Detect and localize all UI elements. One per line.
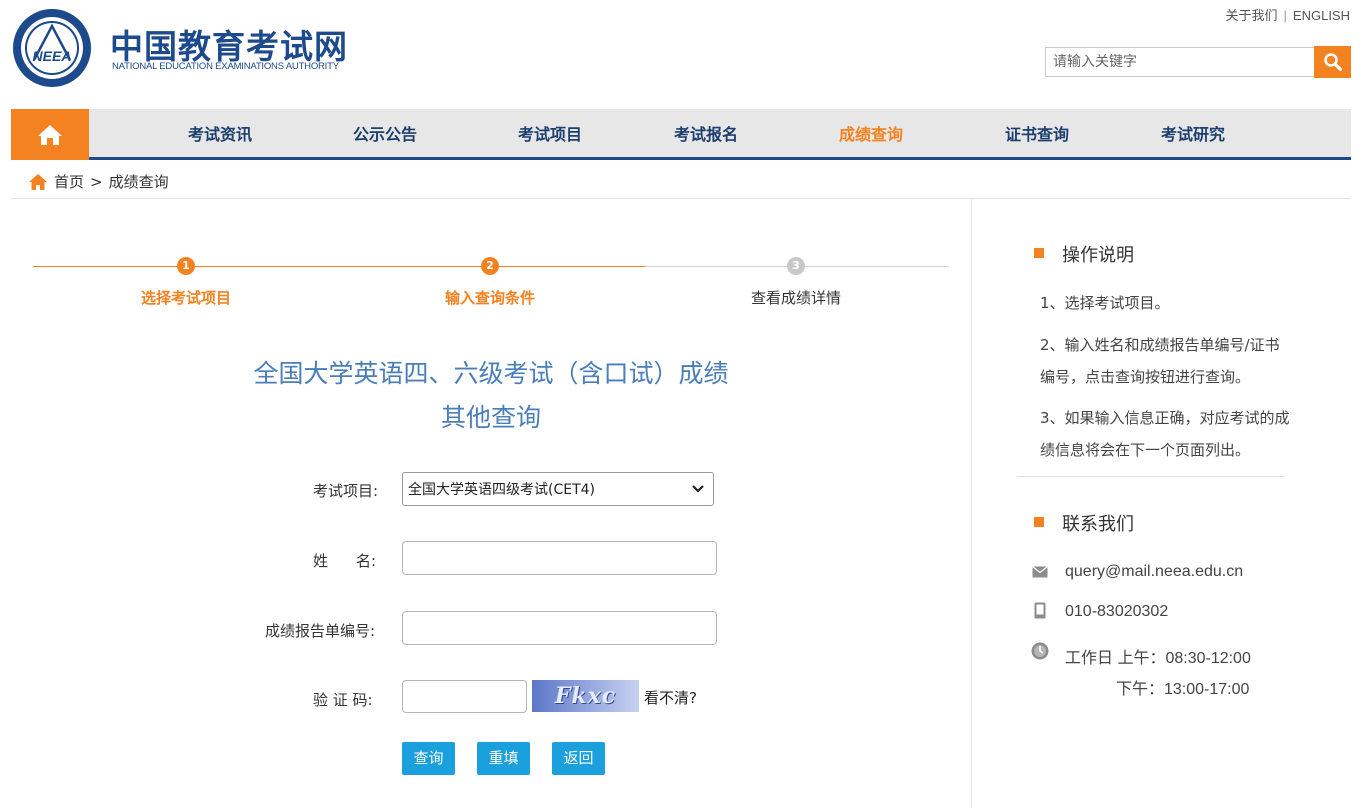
nav-item-exam-news[interactable]: 考试资讯: [188, 109, 252, 160]
nav-item-exam-research[interactable]: 考试研究: [1161, 109, 1225, 160]
exam-select[interactable]: 全国大学英语四级考试(CET4): [402, 472, 714, 506]
breadcrumb: 首页 > 成绩查询: [28, 171, 169, 192]
reset-button[interactable]: 重填: [477, 742, 530, 775]
breadcrumb-divider: [11, 198, 1351, 199]
nav-item-score-query[interactable]: 成绩查询: [839, 109, 903, 160]
page-title: 全国大学英语四、六级考试（含口试）成绩: [253, 359, 729, 388]
site-title-en: NATIONAL EDUCATION EXAMINATIONS AUTHORIT…: [112, 61, 339, 72]
step-2-label: 输入查询条件: [444, 289, 536, 307]
step-3-label: 查看成绩详情: [750, 289, 842, 307]
logo-mark-text: NEEA: [33, 48, 72, 64]
home-button[interactable]: [11, 109, 89, 160]
back-button[interactable]: 返回: [552, 742, 605, 775]
top-links-separator: |: [1283, 8, 1287, 23]
step-3-dot: 3: [787, 257, 805, 275]
instruction-step-2: 2、输入姓名和成绩报告单编号/证书编号，点击查询按钮进行查询。: [1040, 336, 1280, 386]
captcha-image[interactable]: Fkxc: [532, 680, 639, 712]
english-link[interactable]: ENGLISH: [1293, 8, 1350, 23]
contact-phone: 010-83020302: [1065, 603, 1169, 620]
step-1-dot: 1: [177, 257, 195, 275]
name-label: 姓 名:: [313, 550, 376, 571]
sidebar-divider: [1017, 476, 1285, 477]
search-icon: [1323, 53, 1342, 72]
nav-item-exam-programs[interactable]: 考试项目: [518, 109, 582, 160]
phone-icon: [1034, 602, 1046, 619]
clock-icon: [1031, 642, 1049, 660]
name-label-1: 姓: [313, 552, 329, 570]
contact-title: 联系我们: [1062, 514, 1134, 535]
instruction-step-3: 3、如果输入信息正确，对应考试的成绩信息将会在下一个页面列出。: [1040, 409, 1290, 459]
nav-item-certificate-query[interactable]: 证书查询: [1005, 109, 1069, 160]
breadcrumb-current: 成绩查询: [108, 173, 169, 191]
top-links: 关于我们 | ENGLISH: [1226, 5, 1350, 24]
exam-select-value: 全国大学英语四级考试(CET4): [408, 482, 596, 498]
captcha-input[interactable]: [402, 680, 527, 713]
search-button[interactable]: [1314, 46, 1351, 78]
about-us-link[interactable]: 关于我们: [1226, 8, 1278, 23]
contact-hours-afternoon: 下午：13:00-17:00: [1116, 681, 1250, 698]
instructions-bullet: [1034, 248, 1044, 258]
contact-bullet: [1034, 517, 1044, 527]
instruction-step-1: 1、选择考试项目。: [1040, 294, 1170, 312]
captcha-label: 验 证 码:: [313, 691, 373, 709]
query-button[interactable]: 查询: [402, 742, 455, 775]
chevron-down-icon: [692, 485, 704, 493]
breadcrumb-separator: >: [90, 172, 103, 191]
main-nav: 考试资讯 公示公告 考试项目 考试报名 成绩查询 证书查询 考试研究: [11, 109, 1351, 160]
report-number-label: 成绩报告单编号:: [265, 622, 376, 640]
captcha-text: Fkxc: [554, 683, 617, 709]
step-progress-done: [33, 266, 645, 267]
breadcrumb-home[interactable]: 首页: [54, 171, 84, 192]
refresh-captcha-link[interactable]: 看不清?: [644, 687, 697, 708]
search-input[interactable]: [1045, 47, 1315, 77]
nav-item-announcements[interactable]: 公示公告: [353, 109, 417, 160]
instructions-title: 操作说明: [1062, 245, 1134, 266]
home-icon: [38, 124, 62, 145]
home-icon: [29, 173, 47, 190]
name-label-2: 名:: [356, 552, 377, 570]
nav-item-registration[interactable]: 考试报名: [674, 109, 738, 160]
report-number-input[interactable]: [402, 611, 717, 645]
contact-hours-morning: 工作日 上午：08:30-12:00: [1065, 650, 1251, 667]
neea-logo[interactable]: NEEA: [10, 8, 94, 88]
exam-label: 考试项目:: [313, 482, 379, 500]
step-2-dot: 2: [481, 257, 499, 275]
step-1-label: 选择考试项目: [140, 289, 232, 307]
page-subtitle: 其他查询: [440, 403, 541, 432]
name-input[interactable]: [402, 541, 717, 575]
contact-email[interactable]: query@mail.neea.edu.cn: [1065, 563, 1243, 581]
content-divider: [971, 199, 972, 808]
mail-icon: [1032, 566, 1048, 578]
